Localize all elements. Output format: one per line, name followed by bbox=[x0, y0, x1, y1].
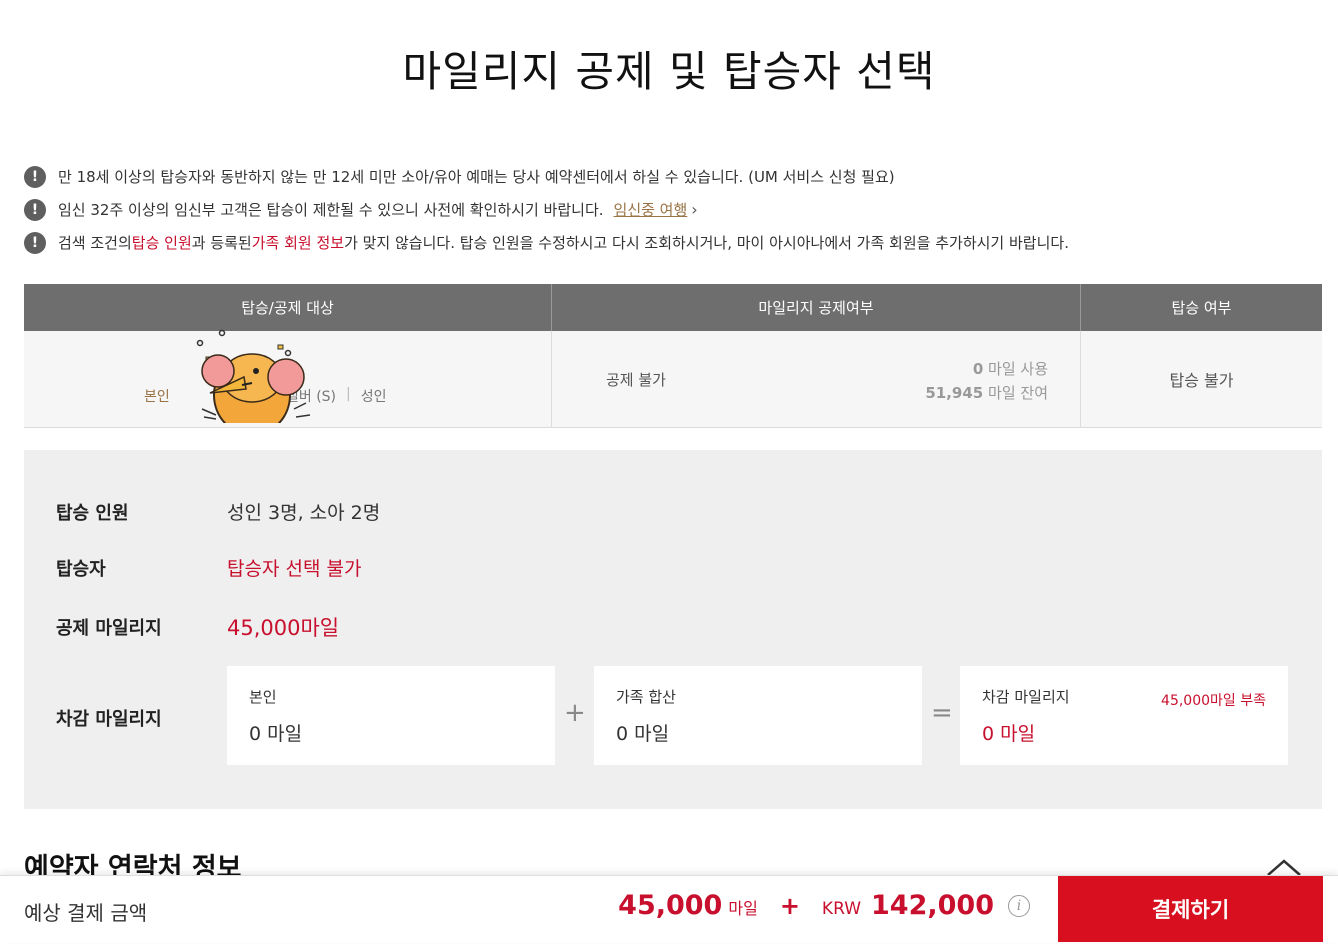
notice-list: ! 만 18세 이상의 탑승자와 동반하지 않는 만 12세 미만 소아/유아 … bbox=[24, 160, 1324, 259]
pax-label: 탑승 인원 bbox=[56, 502, 129, 524]
deduct-row: 공제 마일리지 45,000마일 bbox=[56, 612, 339, 642]
passenger-label: 탑승자 bbox=[56, 558, 106, 580]
payment-footer: 예상 결제 금액 45,000 마일 + KRW 142,000 i 결제하기 bbox=[0, 875, 1338, 943]
notice-text: 만 18세 이상의 탑승자와 동반하지 않는 만 12세 미만 소아/유아 예매… bbox=[58, 168, 895, 186]
header-deduction: 마일리지 공제여부 bbox=[552, 284, 1081, 331]
total-mileage-value: 0 마일 bbox=[982, 723, 1036, 745]
notice-text: 임신 32주 이상의 임신부 고객은 탑승이 제한될 수 있으니 사전에 확인하… bbox=[58, 201, 604, 219]
family-mileage-label: 가족 합산 bbox=[616, 688, 676, 706]
estimated-payment-label: 예상 결제 금액 bbox=[24, 901, 148, 925]
notice-text-part: 가 맞지 않습니다. 탑승 인원을 수정하시고 다시 조회하시거나, 마이 아시… bbox=[344, 234, 1069, 252]
info-icon[interactable]: i bbox=[1008, 894, 1030, 917]
miles-unit: 마일 bbox=[728, 899, 758, 918]
family-mileage-box: 가족 합산 0 마일 bbox=[594, 666, 922, 765]
pay-button[interactable]: 결제하기 bbox=[1058, 876, 1323, 942]
subtract-row: 차감 마일리지 bbox=[56, 705, 227, 731]
currency-label: KRW bbox=[821, 899, 862, 919]
miles-used-suffix: 마일 사용 bbox=[988, 360, 1048, 378]
miles-left-number: 51,945 bbox=[925, 384, 984, 402]
notice-item: ! 검색 조건의 탑승 인원 과 등록된 가족 회원 정보 가 맞지 않습니다. 탑… bbox=[24, 226, 1324, 259]
self-mileage-label: 본인 bbox=[249, 688, 277, 706]
notice-highlight: 탑승 인원 bbox=[131, 234, 192, 252]
miles-info: 0 마일 사용 51,945 마일 잔여 bbox=[925, 357, 1048, 405]
target-cell: 본인 | D | 실버 (S) | 성인 bbox=[24, 329, 552, 427]
self-mileage-box: 본인 0 마일 bbox=[227, 666, 555, 765]
exclamation-icon: ! bbox=[24, 231, 46, 254]
plus-icon: + bbox=[564, 698, 586, 728]
chevron-right-icon[interactable]: › bbox=[691, 200, 697, 219]
deduction-status: 공제 불가 bbox=[606, 371, 666, 389]
deduction-cell: 공제 불가 0 마일 사용 51,945 마일 잔여 bbox=[552, 331, 1081, 427]
exclamation-icon: ! bbox=[24, 198, 46, 221]
pax-row: 탑승 인원 성인 3명, 소아 2명 bbox=[56, 498, 380, 525]
shortage-badge: 45,000마일 부족 bbox=[1161, 693, 1266, 709]
page-title: 마일리지 공제 및 탑승자 선택 bbox=[402, 47, 936, 96]
equals-icon: = bbox=[931, 698, 953, 728]
passenger-value: 탑승자 선택 불가 bbox=[227, 558, 362, 580]
adult-label: 성인 bbox=[360, 389, 387, 405]
deduct-value: 45,000마일 bbox=[227, 616, 340, 640]
pregnancy-travel-link[interactable]: 임신중 여행 bbox=[614, 199, 688, 220]
notice-item: ! 만 18세 이상의 탑승자와 동반하지 않는 만 12세 미만 소아/유아 … bbox=[24, 160, 1324, 193]
pax-value: 성인 3명, 소아 2명 bbox=[227, 502, 381, 524]
mileage-summary: 탑승 인원 성인 3명, 소아 2명 탑승자 탑승자 선택 불가 공제 마일리지… bbox=[24, 450, 1322, 809]
notice-item: ! 임신 32주 이상의 임신부 고객은 탑승이 제한될 수 있으니 사전에 확… bbox=[24, 193, 1324, 226]
passenger-row: 탑승자 탑승자 선택 불가 bbox=[56, 554, 361, 581]
plus-sign: + bbox=[779, 892, 800, 920]
subtract-label: 차감 마일리지 bbox=[56, 709, 162, 730]
notice-text-part: 검색 조건의 bbox=[58, 234, 132, 252]
cheering-character-sticker bbox=[196, 329, 311, 423]
krw-amount: 142,000 bbox=[871, 890, 994, 921]
miles-left-suffix: 마일 잔여 bbox=[988, 384, 1048, 402]
divider: | bbox=[346, 386, 351, 402]
family-mileage-value: 0 마일 bbox=[616, 723, 670, 745]
self-label: 본인 bbox=[144, 389, 170, 405]
payment-amounts: 45,000 마일 + KRW 142,000 i bbox=[618, 890, 1030, 921]
self-mileage-value: 0 마일 bbox=[249, 723, 303, 745]
table-row: 본인 | D | 실버 (S) | 성인 bbox=[24, 329, 1322, 428]
total-mileage-box: 차감 마일리지 45,000마일 부족 0 마일 bbox=[960, 666, 1288, 765]
miles-amount: 45,000 bbox=[618, 890, 723, 921]
boarding-status: 탑승 불가 bbox=[1169, 371, 1234, 390]
notice-highlight: 가족 회원 정보 bbox=[251, 234, 345, 252]
header-boarding: 탑승 여부 bbox=[1171, 299, 1232, 317]
exclamation-icon: ! bbox=[24, 165, 46, 188]
passenger-table: 탑승/공제 대상 마일리지 공제여부 탑승 여부 본인 | D | 실버 (S)… bbox=[24, 284, 1322, 428]
notice-text-part: 과 등록된 bbox=[191, 234, 252, 252]
miles-used-number: 0 bbox=[972, 360, 984, 378]
deduct-label: 공제 마일리지 bbox=[56, 618, 162, 639]
